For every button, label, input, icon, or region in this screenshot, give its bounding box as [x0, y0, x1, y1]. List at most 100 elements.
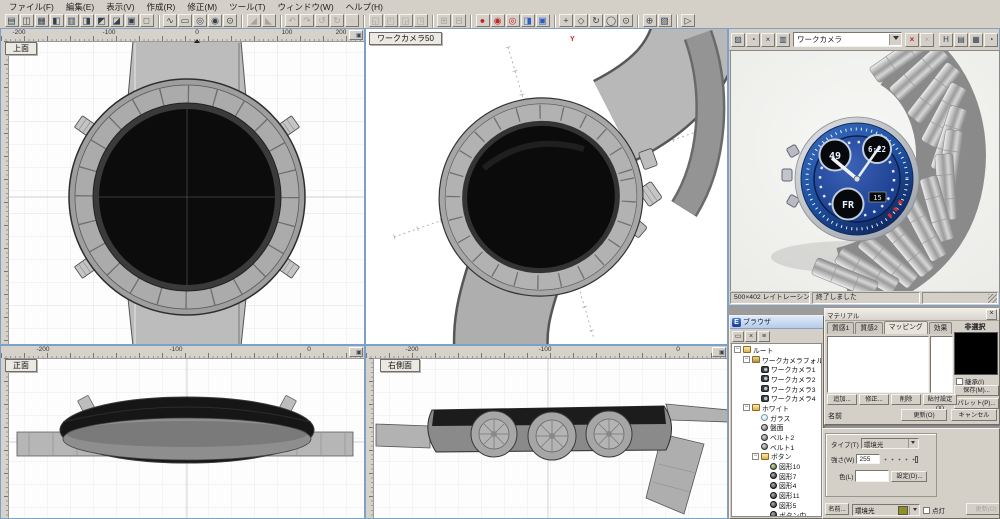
object-tree[interactable]: − ルート − ワークカメラフォルダ − ワークカメラ1 − ワークカメラ2 −…	[731, 343, 822, 517]
material-button[interactable]: 追加...	[827, 394, 857, 405]
toolbar-button-layout-full[interactable]: □	[140, 14, 154, 27]
toolbar-button-copy[interactable]: ◰	[384, 14, 398, 27]
toolbar-button-window-dup[interactable]: ▣	[536, 14, 550, 27]
toolbar-button-tool-bend[interactable]: ◣	[262, 14, 276, 27]
tree-item[interactable]: − ホワイト	[734, 403, 821, 413]
light-type-select[interactable]: 環境光	[861, 438, 919, 449]
tree-item[interactable]: − ボタン	[734, 452, 821, 462]
slider-handle[interactable]	[915, 456, 918, 463]
toolbar-button-image[interactable]: ▨	[658, 14, 672, 27]
toolbar-button-globe[interactable]: ⊕	[643, 14, 657, 27]
panel-button-render-options[interactable]: ▥	[776, 33, 790, 47]
toolbar-button-tool-sphere[interactable]: ◉	[208, 14, 222, 27]
toolbar-button-redo[interactable]: ↷	[300, 14, 314, 27]
material-column[interactable]	[930, 336, 953, 393]
material-button[interactable]: 削除	[891, 394, 921, 405]
toolbar-button-tool-disk[interactable]: ⊙	[223, 14, 237, 27]
toolbar-button-refresh[interactable]: ◌	[345, 14, 359, 27]
light-lit-option[interactable]: 点灯	[923, 505, 945, 515]
material-button[interactable]: 修正...	[859, 394, 889, 405]
viewport-top-view[interactable]: -200-1000100200 ▣ 上面	[0, 28, 365, 345]
menu-item[interactable]: 修正(M)	[182, 1, 222, 13]
material-tab[interactable]: 効果	[929, 322, 953, 334]
light-strength-value[interactable]: 255	[856, 454, 880, 464]
menu-item[interactable]: ウィンドウ(W)	[272, 1, 338, 13]
viewport-work-camera[interactable]: Y ワークカメラ50	[365, 28, 728, 345]
viewport-front-view[interactable]: -200-1000 ▣ 正面	[0, 345, 365, 519]
material-tab[interactable]: マッピング	[884, 321, 928, 334]
tree-item[interactable]: − 図形7	[734, 471, 821, 481]
toolbar-button-pan[interactable]: +	[559, 14, 573, 27]
toolbar-button-layout-two[interactable]: ◫	[20, 14, 34, 27]
viewport-canvas-top[interactable]	[1, 29, 365, 345]
toolbar-button-tool-rect[interactable]: ▭	[178, 14, 192, 27]
menu-item[interactable]: ツール(T)	[224, 1, 270, 13]
toolbar-button-layout-top[interactable]: ◩	[95, 14, 109, 27]
menu-item[interactable]: ヘルプ(H)	[341, 1, 388, 13]
material-tab[interactable]: 質感2	[855, 322, 882, 334]
panel-button-clear-image[interactable]: ×	[905, 33, 919, 47]
material-preview[interactable]	[954, 332, 998, 375]
tree-item[interactable]: − 図形10	[734, 461, 821, 471]
toolbar-button-group[interactable]: ⊞	[437, 14, 451, 27]
toolbar-button-revert[interactable]: ↻	[330, 14, 344, 27]
toolbar-button-layout-persp[interactable]: ▣	[125, 14, 139, 27]
tree-item[interactable]: − ベルト2	[734, 432, 821, 442]
panel-button-preview-image[interactable]: ◔	[984, 33, 998, 47]
light-color-setting-button[interactable]: 設定(D)...	[891, 471, 927, 482]
light-strength-slider[interactable]	[882, 456, 918, 463]
tree-expander[interactable]: −	[743, 356, 750, 363]
panel-button-stop-render[interactable]: ×	[761, 33, 775, 47]
toolbar-button-tool-circle[interactable]: ◎	[193, 14, 207, 27]
browser-button-new-part[interactable]: ▭	[732, 331, 744, 342]
panel-button-re-render[interactable]: ◔	[746, 33, 760, 47]
toolbar-button-tool-curve[interactable]: ∿	[163, 14, 177, 27]
toolbar-button-undo[interactable]: ↶	[285, 14, 299, 27]
toolbar-button-move[interactable]: ◇	[574, 14, 588, 27]
tree-item[interactable]: − ワークカメラ4	[734, 393, 821, 403]
panel-button-render-settings[interactable]: ▨	[731, 33, 745, 47]
toolbar-button-zoom[interactable]: ◯	[604, 14, 618, 27]
panel-button-print-image[interactable]: ▦	[969, 33, 983, 47]
toolbar-button-layout-quad[interactable]: ▦	[35, 14, 49, 27]
tree-item[interactable]: − 盤面	[734, 423, 821, 433]
light-name-button[interactable]: 名前...	[825, 503, 849, 515]
ruler-options-button[interactable]: ▣	[712, 347, 726, 357]
update-button[interactable]: 更新(O)	[901, 409, 947, 421]
tree-item[interactable]: − 図形11	[734, 490, 821, 500]
tree-item[interactable]: − 図形4	[734, 481, 821, 491]
close-icon[interactable]: ×	[986, 309, 997, 320]
menu-item[interactable]: 作成(R)	[142, 1, 181, 13]
tree-expander[interactable]: −	[743, 404, 750, 411]
toolbar-button-render-preview[interactable]: ◎	[506, 14, 520, 27]
tree-item[interactable]: − ベルト1	[734, 442, 821, 452]
tree-item[interactable]: − ルート	[734, 345, 821, 355]
menu-item[interactable]: ファイル(F)	[4, 1, 59, 13]
light-color-swatch[interactable]	[855, 470, 889, 482]
material-list[interactable]	[827, 336, 929, 393]
tree-item[interactable]: − ワークカメラ3	[734, 384, 821, 394]
chevron-down-icon[interactable]	[909, 506, 919, 515]
toolbar-button-camera-jump[interactable]: ▷	[681, 14, 695, 27]
ruler-options-button[interactable]: ▣	[349, 347, 363, 357]
viewport-side-view[interactable]: -200-1000 ▣ 右側面	[365, 345, 728, 519]
toolbar-button-spotlight[interactable]: ⊙	[619, 14, 633, 27]
tree-item[interactable]: − ワークカメラ1	[734, 364, 821, 374]
toolbar-button-ungroup[interactable]: ⊟	[452, 14, 466, 27]
tree-expander[interactable]: −	[734, 346, 741, 353]
viewport-canvas-side[interactable]	[366, 346, 728, 519]
toolbar-button-layout-right[interactable]: ◨	[80, 14, 94, 27]
toolbar-button-layout-single[interactable]: ▤	[5, 14, 19, 27]
toolbar-button-window-new[interactable]: ◨	[521, 14, 535, 27]
toolbar-button-cut[interactable]: ◱	[369, 14, 383, 27]
panel-button-clear-disabled[interactable]: ×	[920, 33, 934, 47]
toolbar-button-delete[interactable]: ◳	[414, 14, 428, 27]
material-button[interactable]: パレット(P)...	[954, 398, 999, 409]
inherit-checkbox[interactable]	[956, 378, 963, 385]
chevron-down-icon[interactable]	[908, 439, 918, 448]
panel-button-save-image[interactable]: H	[939, 33, 953, 47]
toolbar-button-paste[interactable]: ◲	[399, 14, 413, 27]
tree-item[interactable]: − ワークカメラフォルダ	[734, 355, 821, 365]
tree-expander[interactable]: −	[752, 453, 759, 460]
toolbar-button-layout-bottom[interactable]: ◪	[110, 14, 124, 27]
